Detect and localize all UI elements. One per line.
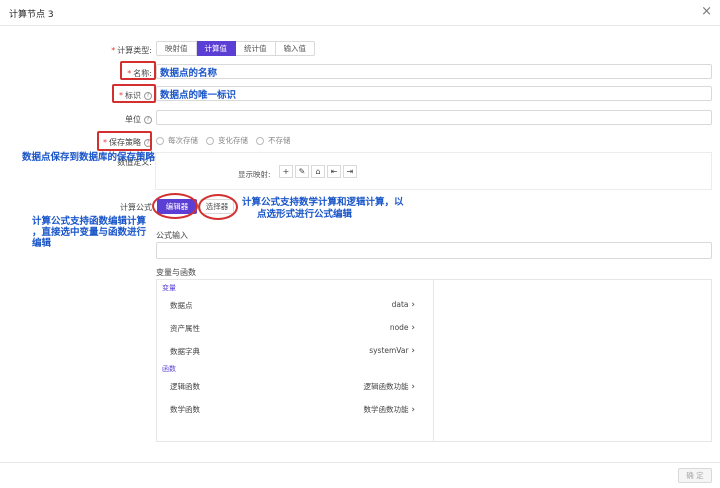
radio-no-store[interactable]: 不存储 <box>256 135 291 146</box>
item-value: 数学函数功能 <box>364 404 415 415</box>
calc-type-calculated[interactable]: 计算值 <box>196 41 236 56</box>
unit-input[interactable] <box>156 110 712 125</box>
dialog-header: 计算节点 3 × <box>0 0 720 26</box>
name-input[interactable] <box>156 64 712 79</box>
dialog-title: 计算节点 3 <box>9 10 54 20</box>
radio-label: 每次存储 <box>168 136 198 145</box>
item-value: data <box>392 300 415 310</box>
required-mark: * <box>111 46 116 55</box>
item-value: systemVar <box>369 346 415 356</box>
annotation-box-save <box>97 131 152 151</box>
radio-change-store[interactable]: 变化存储 <box>206 135 248 146</box>
formula-label: 计算公式 <box>120 203 152 212</box>
item-name: 数据点 <box>170 301 193 310</box>
calc-type-label: * 计算类型: <box>102 45 152 56</box>
radio-circle <box>256 136 264 145</box>
item-value: 逻辑函数功能 <box>364 381 415 392</box>
unit-label-text: 单位 <box>125 115 141 124</box>
annotation-oval-editor <box>152 193 198 219</box>
calc-type-label-text: 计算类型: <box>117 46 152 55</box>
dialog-footer <box>0 462 720 488</box>
annotation-selector-2: 点选形式进行公式编辑 <box>257 209 353 220</box>
clear-icon[interactable]: ⌂ <box>311 165 325 178</box>
annotation-id: 数据点的唯一标识 <box>160 90 237 101</box>
add-icon[interactable]: + <box>279 165 293 178</box>
item-name: 资产属性 <box>170 324 200 333</box>
edit-icon[interactable]: ✎ <box>295 165 309 178</box>
save-strategy-radios: 每次存储 变化存储 不存储 <box>156 135 291 146</box>
item-name: 逻辑函数 <box>170 382 200 391</box>
import-icon[interactable]: ⇤ <box>327 165 341 178</box>
radio-label: 变化存储 <box>218 136 248 145</box>
display-map-label: 显示映射: <box>238 170 271 179</box>
close-icon[interactable]: × <box>701 5 712 19</box>
annotation-editor-1: 计算公式支持函数编辑计算 <box>32 216 147 227</box>
calc-type-statistic[interactable]: 统计值 <box>236 41 276 56</box>
vars-funcs-label: 变量与函数 <box>156 268 196 277</box>
functions-group-label: 函数 <box>162 365 176 373</box>
annotation-oval-selector <box>198 194 238 220</box>
unit-label: 单位? <box>110 114 152 125</box>
annotation-box-name <box>120 61 156 80</box>
annotation-editor-2: ，直接选中变量与函数进行 <box>32 227 147 238</box>
annotation-selector-1: 计算公式支持数学计算和逻辑计算，以 <box>242 197 404 208</box>
item-value: node <box>390 323 415 333</box>
annotation-editor-3: 编辑 <box>32 238 52 249</box>
radio-label: 不存储 <box>268 136 291 145</box>
radio-every-store[interactable]: 每次存储 <box>156 135 198 146</box>
calc-type-input[interactable]: 输入值 <box>275 41 315 56</box>
radio-circle <box>206 136 214 145</box>
id-input[interactable] <box>156 86 712 101</box>
radio-circle <box>156 136 164 145</box>
variables-group-label: 变量 <box>162 284 176 292</box>
formula-input[interactable] <box>156 242 712 259</box>
annotation-name: 数据点的名称 <box>160 68 218 79</box>
item-name: 数学函数 <box>170 405 200 414</box>
annotation-box-id <box>112 84 156 103</box>
item-name: 数据字典 <box>170 347 200 356</box>
ok-button[interactable]: 确 定 <box>678 468 712 483</box>
calc-type-selector: 映射值 计算值 统计值 输入值 <box>156 41 315 56</box>
help-icon[interactable]: ? <box>144 115 152 124</box>
formula-input-label: 公式输入 <box>156 231 188 240</box>
annotation-save: 数据点保存到数据库的保存策略 <box>22 152 156 163</box>
calc-type-mapping[interactable]: 映射值 <box>156 41 197 56</box>
export-icon[interactable]: ⇥ <box>343 165 357 178</box>
